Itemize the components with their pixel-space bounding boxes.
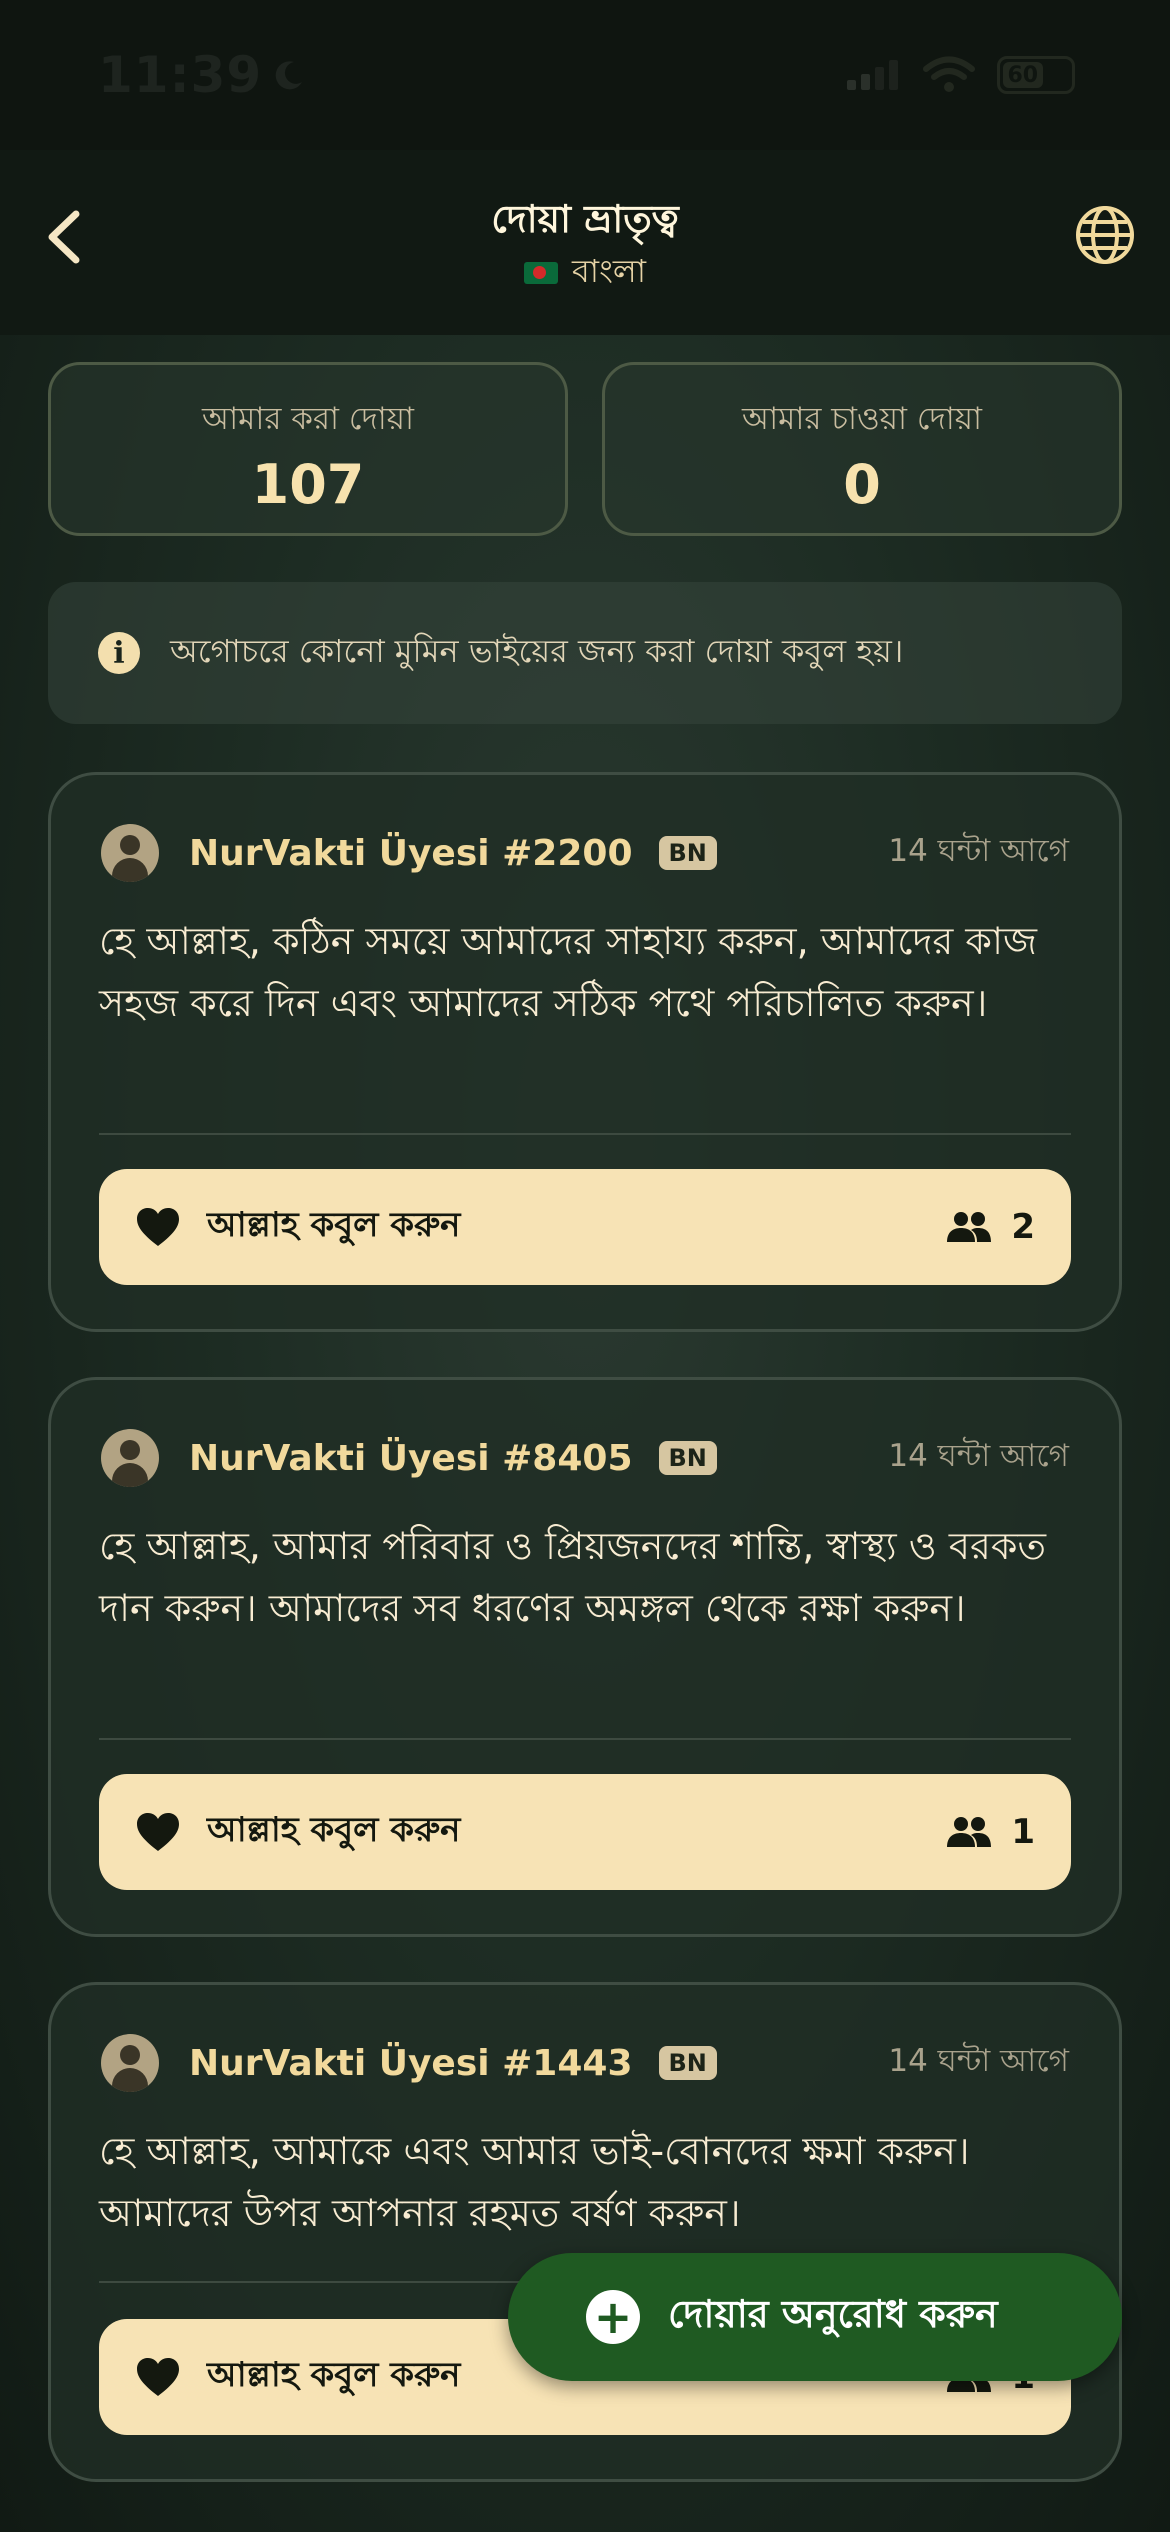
prayer-card: NurVakti Üyesi #2200 BN 14 ঘন্টা আগে হে … bbox=[48, 772, 1122, 1332]
stat-card-prayers-requested: আমার চাওয়া দোয়া 0 bbox=[602, 362, 1122, 536]
stat-label: আমার করা দোয়া bbox=[202, 401, 414, 437]
wifi-icon bbox=[923, 56, 975, 92]
avatar bbox=[101, 2034, 159, 2092]
amen-counter: 1 bbox=[945, 1812, 1035, 1852]
page-title: দোয়া ভ্রাতৃত্ব bbox=[491, 197, 679, 241]
card-divider bbox=[99, 1738, 1071, 1740]
prayer-brotherhood-screen: 11:39 60 দোয়া ভ্রাতৃত্ব বাংলা আমার করা … bbox=[0, 0, 1170, 2532]
request-prayer-label: দোয়ার অনুরোধ করুন bbox=[668, 2292, 998, 2336]
user-name: NurVakti Üyesi #2200 bbox=[189, 832, 633, 874]
timestamp: 14 ঘন্টা আগে bbox=[888, 2043, 1069, 2079]
language-switch-button[interactable] bbox=[1070, 200, 1140, 270]
amen-count: 1 bbox=[1011, 1812, 1035, 1852]
prayer-card: NurVakti Üyesi #8405 BN 14 ঘন্টা আগে হে … bbox=[48, 1377, 1122, 1937]
card-header: NurVakti Üyesi #8405 BN 14 ঘন্টা আগে bbox=[101, 1428, 1069, 1488]
card-header: NurVakti Üyesi #1443 BN 14 ঘন্টা আগে bbox=[101, 2033, 1069, 2093]
people-icon bbox=[947, 1212, 992, 1242]
people-icon bbox=[947, 1817, 992, 1847]
amen-label: আল্লাহ কবুল করুন bbox=[207, 2354, 461, 2395]
amen-counter: 2 bbox=[945, 1207, 1035, 1247]
language-badge: BN bbox=[658, 2046, 717, 2080]
language-indicator[interactable]: বাংলা bbox=[0, 246, 1170, 300]
globe-icon bbox=[1076, 206, 1134, 264]
card-divider bbox=[99, 1133, 1071, 1135]
plus-icon: + bbox=[586, 2290, 640, 2344]
battery-icon: 60 bbox=[997, 56, 1075, 94]
avatar bbox=[101, 1429, 159, 1487]
status-right: 60 bbox=[845, 56, 1075, 94]
stat-card-prayers-made: আমার করা দোয়া 107 bbox=[48, 362, 568, 536]
stat-value: 0 bbox=[843, 453, 881, 516]
user-name: NurVakti Üyesi #8405 bbox=[189, 1437, 633, 1479]
status-time: 11:39 bbox=[98, 46, 263, 104]
amen-button[interactable]: আল্লাহ কবুল করুন 1 bbox=[99, 1774, 1071, 1890]
card-header: NurVakti Üyesi #2200 BN 14 ঘন্টা আগে bbox=[101, 823, 1069, 883]
info-banner: i অগোচরে কোনো মুমিন ভাইয়ের জন্য করা দোয… bbox=[48, 582, 1122, 724]
stat-label: আমার চাওয়া দোয়া bbox=[741, 401, 982, 437]
amen-label: আল্লাহ কবুল করুন bbox=[207, 1809, 461, 1850]
app-header: দোয়া ভ্রাতৃত্ব বাংলা bbox=[0, 150, 1170, 335]
moon-icon bbox=[275, 61, 303, 90]
status-left: 11:39 bbox=[98, 46, 306, 104]
amen-count: 2 bbox=[1011, 1207, 1035, 1247]
user-name: NurVakti Üyesi #1443 bbox=[189, 2042, 633, 2084]
timestamp: 14 ঘন্টা আগে bbox=[888, 1438, 1069, 1474]
amen-button[interactable]: আল্লাহ কবুল করুন 2 bbox=[99, 1169, 1071, 1285]
prayer-text: হে আল্লাহ, আমার পরিবার ও প্রিয়জনদের শান… bbox=[99, 1524, 1046, 1630]
prayer-text: হে আল্লাহ, কঠিন সময়ে আমাদের সাহায্য করু… bbox=[99, 919, 1038, 1025]
info-icon: i bbox=[98, 632, 140, 674]
cellular-signal-icon bbox=[847, 60, 898, 90]
language-badge: BN bbox=[658, 836, 717, 870]
avatar bbox=[101, 824, 159, 882]
battery-level: 60 bbox=[1007, 62, 1039, 88]
heart-icon bbox=[137, 1208, 179, 1246]
status-bar: 11:39 60 bbox=[0, 0, 1170, 150]
info-text: অগোচরে কোনো মুমিন ভাইয়ের জন্য করা দোয়া… bbox=[170, 632, 904, 670]
heart-icon bbox=[137, 1813, 179, 1851]
prayer-text: হে আল্লাহ, আমাকে এবং আমার ভাই-বোনদের ক্ষ… bbox=[99, 2129, 970, 2235]
prayer-card: NurVakti Üyesi #1443 BN 14 ঘন্টা আগে হে … bbox=[48, 1982, 1122, 2482]
amen-label: আল্লাহ কবুল করুন bbox=[207, 1204, 461, 1245]
request-prayer-button[interactable]: + দোয়ার অনুরোধ করুন bbox=[508, 2253, 1122, 2381]
language-label: বাংলা bbox=[572, 252, 646, 290]
timestamp: 14 ঘন্টা আগে bbox=[888, 833, 1069, 869]
language-badge: BN bbox=[658, 1441, 717, 1475]
heart-icon bbox=[137, 2358, 179, 2396]
stat-value: 107 bbox=[251, 453, 365, 516]
bangladesh-flag-icon bbox=[524, 262, 558, 284]
